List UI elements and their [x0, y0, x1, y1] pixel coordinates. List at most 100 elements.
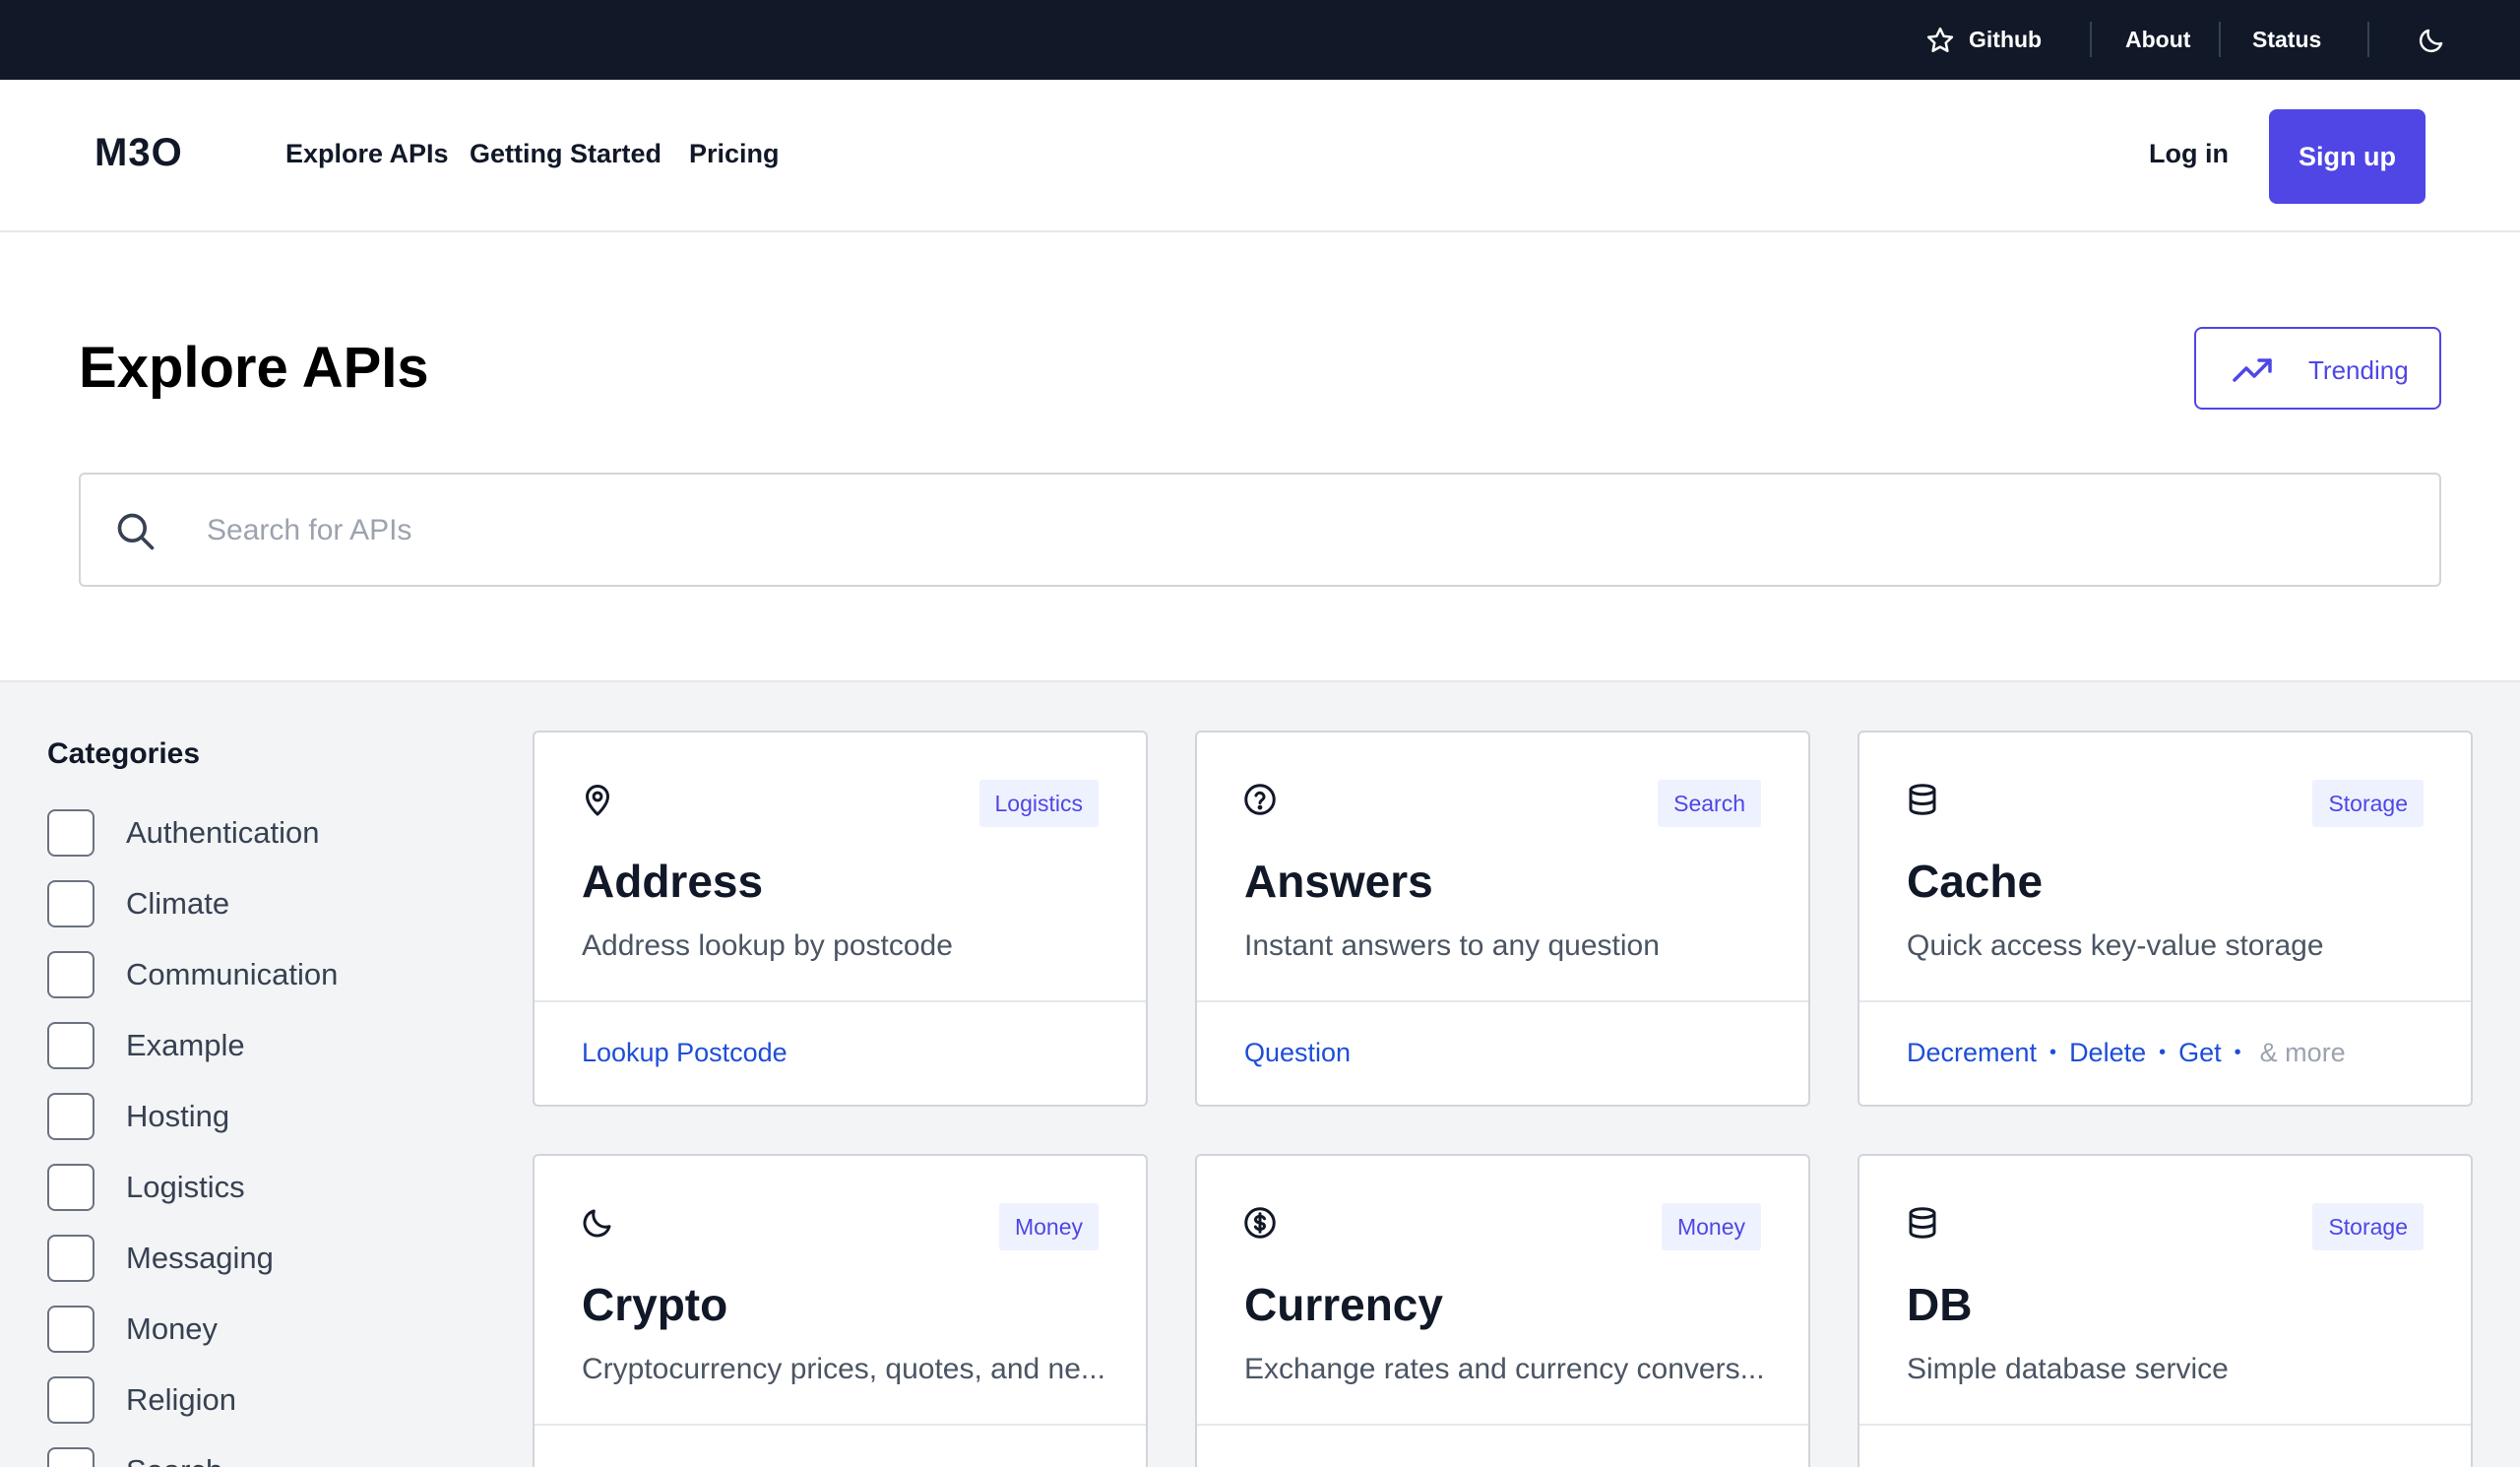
github-link[interactable]: Github	[1925, 0, 2042, 80]
endpoint-list: Lookup Postcode	[582, 1038, 788, 1068]
status-label: Status	[2252, 27, 2322, 52]
moon-icon	[583, 1209, 611, 1238]
category-checkbox[interactable]	[47, 1306, 94, 1353]
about-label: About	[2125, 27, 2191, 52]
category-checkbox[interactable]	[47, 951, 94, 998]
dollar-circle-icon	[1244, 1207, 1276, 1239]
category-communication[interactable]: Communication	[47, 950, 338, 999]
nav-pricing[interactable]: Pricing	[689, 139, 780, 169]
api-card-cache[interactable]: Storage Cache Quick access key-value sto…	[1858, 731, 2473, 1107]
card-divider	[535, 1424, 1146, 1426]
hero-section: Explore APIs Trending	[0, 232, 2520, 682]
category-label: Example	[126, 1028, 245, 1062]
moon-icon	[2419, 29, 2443, 52]
endpoint-link[interactable]: Question	[1244, 1038, 1351, 1068]
trending-button[interactable]: Trending	[2194, 327, 2441, 410]
category-label: Climate	[126, 886, 230, 921]
category-label: Authentication	[126, 815, 320, 850]
category-example[interactable]: Example	[47, 1021, 245, 1070]
category-authentication[interactable]: Authentication	[47, 808, 319, 858]
endpoint-link[interactable]: Get	[2178, 1038, 2222, 1068]
categories-heading: Categories	[47, 737, 201, 770]
category-hosting[interactable]: Hosting	[47, 1092, 229, 1141]
category-label: Communication	[126, 957, 339, 991]
login-link[interactable]: Log in	[2149, 139, 2229, 169]
category-checkbox[interactable]	[47, 1164, 94, 1211]
card-divider	[1859, 1424, 2471, 1426]
api-name: Crypto	[582, 1279, 728, 1330]
main-content: Categories Authentication Climate Commun…	[0, 682, 2520, 1467]
trending-label: Trending	[2308, 355, 2409, 385]
category-checkbox[interactable]	[47, 880, 94, 927]
category-messaging[interactable]: Messaging	[47, 1234, 274, 1283]
status-link[interactable]: Status	[2252, 0, 2321, 80]
card-divider	[1197, 1424, 1808, 1426]
api-name: DB	[1907, 1279, 1973, 1330]
logo[interactable]: M3O	[94, 131, 183, 175]
api-description: Quick access key-value storage	[1907, 929, 2324, 962]
api-name: Cache	[1907, 856, 2044, 907]
trending-up-icon	[2233, 358, 2272, 382]
about-link[interactable]: About	[2125, 0, 2190, 80]
nav-getting-started[interactable]: Getting Started	[470, 139, 662, 169]
category-tag[interactable]: Money	[1661, 1203, 1761, 1250]
separator-dot: •	[2234, 1042, 2241, 1063]
topbar-divider	[2219, 22, 2221, 57]
category-tag[interactable]: Storage	[2312, 780, 2424, 827]
search-icon	[117, 513, 155, 550]
api-description: Simple database service	[1907, 1353, 2229, 1385]
category-checkbox[interactable]	[47, 809, 94, 857]
endpoint-link[interactable]: Decrement	[1907, 1038, 2037, 1068]
api-card-crypto[interactable]: Money Crypto Cryptocurrency prices, quot…	[533, 1154, 1148, 1467]
api-name: Answers	[1244, 856, 1433, 907]
api-name: Address	[582, 856, 764, 907]
database-icon	[1909, 1207, 1936, 1239]
endpoint-link[interactable]: Lookup Postcode	[582, 1038, 788, 1068]
category-money[interactable]: Money	[47, 1305, 218, 1354]
category-climate[interactable]: Climate	[47, 879, 229, 928]
endpoint-list: Decrement • Delete • Get • & more	[1907, 1038, 2346, 1068]
category-checkbox[interactable]	[47, 1093, 94, 1140]
api-description: Cryptocurrency prices, quotes, and ne...	[582, 1353, 1105, 1385]
category-label: Logistics	[126, 1170, 245, 1204]
category-tag[interactable]: Storage	[2312, 1203, 2424, 1250]
database-icon	[1909, 784, 1936, 815]
site-header: M3O Explore APIs Getting Started Pricing…	[0, 80, 2520, 232]
category-tag[interactable]: Money	[998, 1203, 1099, 1250]
category-label: Money	[126, 1311, 219, 1346]
signup-button[interactable]: Sign up	[2269, 109, 2426, 204]
api-description: Address lookup by postcode	[582, 929, 953, 962]
api-description: Exchange rates and currency convers...	[1244, 1353, 1765, 1385]
nav-explore-apis[interactable]: Explore APIs	[285, 139, 449, 169]
category-label: Search	[126, 1453, 222, 1467]
category-label: Religion	[126, 1382, 237, 1417]
dark-mode-toggle[interactable]	[2417, 0, 2460, 80]
topbar-divider	[2367, 22, 2369, 57]
endpoint-link[interactable]: Delete	[2069, 1038, 2146, 1068]
category-checkbox[interactable]	[47, 1376, 94, 1424]
star-icon	[1926, 27, 1954, 52]
category-checkbox[interactable]	[47, 1447, 94, 1467]
separator-dot: •	[2159, 1042, 2167, 1063]
more-endpoints-label[interactable]: & more	[2260, 1038, 2346, 1068]
category-checkbox[interactable]	[47, 1235, 94, 1282]
api-card-answers[interactable]: Search Answers Instant answers to any qu…	[1195, 731, 1810, 1107]
category-religion[interactable]: Religion	[47, 1375, 236, 1425]
category-logistics[interactable]: Logistics	[47, 1163, 245, 1212]
search-input[interactable]	[207, 504, 2372, 557]
category-tag[interactable]: Logistics	[978, 780, 1099, 827]
api-card-address[interactable]: Logistics Address Address lookup by post…	[533, 731, 1148, 1107]
category-label: Messaging	[126, 1241, 274, 1275]
github-label: Github	[1969, 27, 2043, 52]
card-divider	[535, 1000, 1146, 1002]
category-checkbox[interactable]	[47, 1022, 94, 1069]
api-card-currency[interactable]: Money Currency Exchange rates and curren…	[1195, 1154, 1810, 1467]
search-box	[79, 473, 2441, 587]
category-tag[interactable]: Search	[1658, 780, 1761, 827]
endpoint-list: Question	[1244, 1038, 1351, 1068]
api-name: Currency	[1244, 1279, 1443, 1330]
page-title: Explore APIs	[79, 336, 429, 400]
top-bar: Github About Status	[0, 0, 2520, 80]
api-card-db[interactable]: Storage DB Simple database service	[1858, 1154, 2473, 1467]
category-search[interactable]: Search	[47, 1446, 222, 1467]
